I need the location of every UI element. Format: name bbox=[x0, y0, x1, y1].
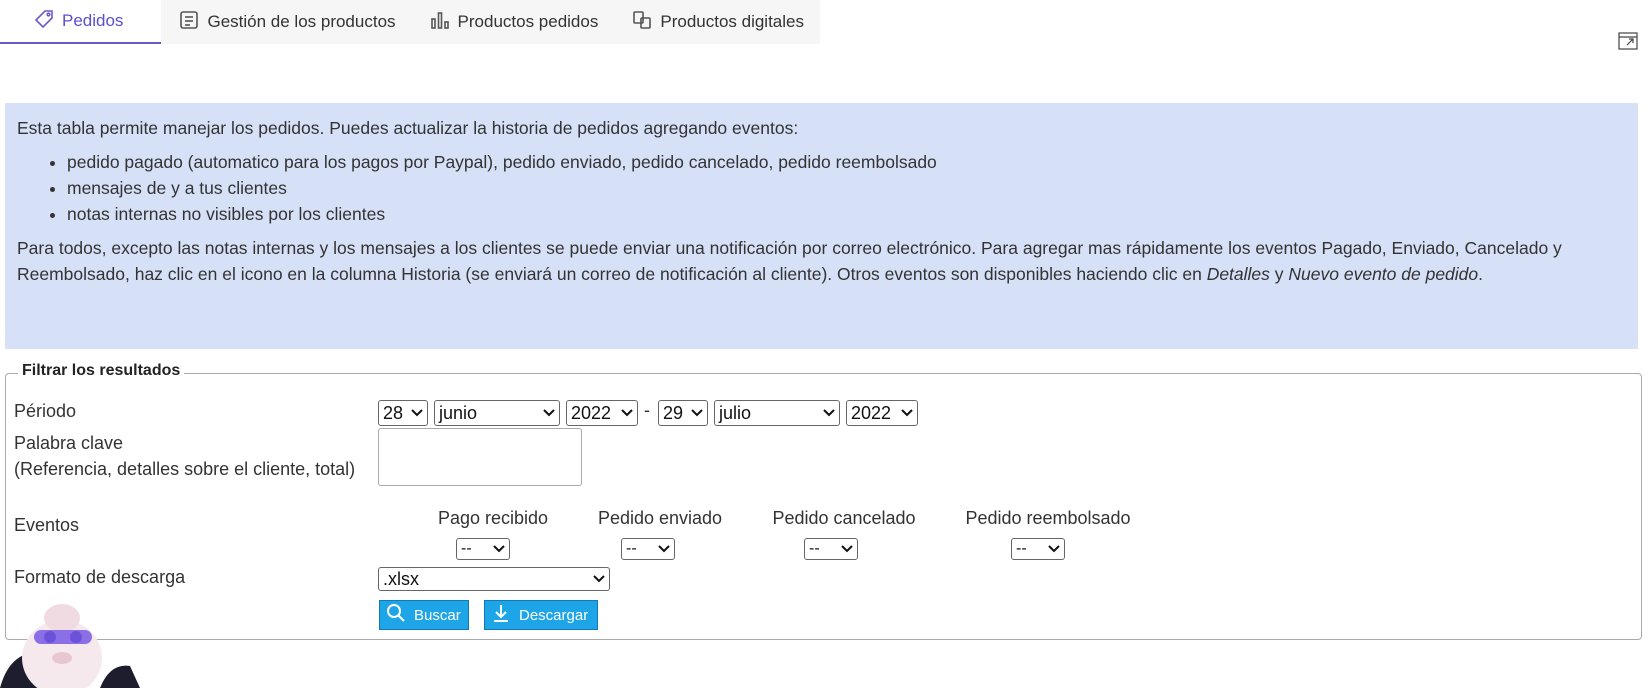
info-paragraph-end: . bbox=[1478, 264, 1484, 284]
details-term: Detalles bbox=[1206, 264, 1270, 284]
event-select-value: -- bbox=[626, 540, 637, 557]
chevron-down-icon bbox=[543, 409, 555, 417]
event-header-pago-recibido: Pago recibido bbox=[437, 508, 549, 528]
chevron-down-icon bbox=[823, 409, 835, 417]
event-select-value: -- bbox=[1016, 540, 1027, 557]
chevron-down-icon bbox=[841, 545, 853, 553]
event-header-pedido-reembolsado: Pedido reembolsado bbox=[965, 508, 1131, 528]
format-select[interactable]: .xlsx bbox=[378, 567, 610, 591]
tab-label: Gestión de los productos bbox=[207, 12, 396, 31]
tab-productos-digitales[interactable]: Productos digitales bbox=[614, 0, 820, 44]
event-select-pedido-enviado[interactable]: -- bbox=[621, 538, 675, 560]
open-new-window-icon[interactable] bbox=[1618, 32, 1638, 50]
product-list-icon bbox=[179, 10, 199, 35]
format-value: .xlsx bbox=[383, 568, 419, 589]
chevron-down-icon bbox=[593, 575, 605, 583]
tab-label: Productos pedidos bbox=[457, 12, 599, 31]
event-select-pedido-cancelado[interactable]: -- bbox=[804, 538, 858, 560]
from-month-select[interactable]: junio bbox=[434, 400, 560, 426]
new-event-term: Nuevo evento de pedido bbox=[1288, 264, 1479, 284]
chevron-down-icon bbox=[901, 409, 913, 417]
info-intro: Esta tabla permite manejar los pedidos. … bbox=[17, 118, 799, 138]
from-day-select[interactable]: 28 bbox=[378, 400, 428, 426]
event-select-value: -- bbox=[461, 540, 472, 557]
event-select-pedido-reembolsado[interactable]: -- bbox=[1011, 538, 1065, 560]
download-button[interactable]: Descargar bbox=[484, 600, 598, 630]
list-item: mensajes de y a tus clientes bbox=[67, 175, 1626, 201]
list-item: pedido pagado (automatico para los pagos… bbox=[67, 149, 1626, 175]
event-header-pedido-enviado: Pedido enviado bbox=[597, 508, 723, 528]
chevron-down-icon bbox=[1048, 545, 1060, 553]
filter-legend: Filtrar los resultados bbox=[18, 362, 185, 380]
chevron-down-icon bbox=[621, 409, 633, 417]
chevron-down-icon bbox=[691, 409, 703, 417]
chevron-down-icon bbox=[411, 409, 423, 417]
search-button[interactable]: Buscar bbox=[379, 600, 469, 630]
format-label: Formato de descarga bbox=[14, 567, 186, 587]
to-year-select[interactable]: 2022 bbox=[846, 400, 918, 426]
event-header-pedido-cancelado: Pedido cancelado bbox=[772, 508, 916, 528]
chevron-down-icon bbox=[658, 545, 670, 553]
period-label: Périodo bbox=[14, 401, 77, 421]
tab-label: Productos digitales bbox=[660, 12, 804, 31]
info-paragraph: Para todos, excepto las notas internas y… bbox=[17, 235, 1626, 287]
tag-icon bbox=[34, 9, 54, 34]
info-box: Esta tabla permite manejar los pedidos. … bbox=[5, 103, 1638, 349]
tab-label: Pedidos bbox=[62, 11, 124, 30]
search-icon bbox=[386, 603, 406, 627]
event-select-pago-recibido[interactable]: -- bbox=[456, 538, 510, 560]
digital-products-icon bbox=[632, 10, 652, 35]
to-day-select[interactable]: 29 bbox=[658, 400, 708, 426]
from-month-value: junio bbox=[439, 402, 478, 423]
to-day-value: 29 bbox=[663, 402, 684, 423]
events-label: Eventos bbox=[14, 515, 80, 535]
to-year-value: 2022 bbox=[851, 402, 892, 423]
download-icon bbox=[491, 603, 511, 627]
download-button-label: Descargar bbox=[519, 606, 589, 624]
to-month-value: julio bbox=[719, 402, 752, 423]
from-year-select[interactable]: 2022 bbox=[566, 400, 638, 426]
keyword-hint: (Referencia, detalles sobre el cliente, … bbox=[14, 459, 356, 479]
tab-gestion-productos[interactable]: Gestión de los productos bbox=[161, 0, 411, 44]
from-day-value: 28 bbox=[383, 402, 404, 423]
mascot-image[interactable] bbox=[0, 598, 140, 693]
tab-productos-pedidos[interactable]: Productos pedidos bbox=[412, 0, 615, 44]
list-item: notas internas no visibles por los clien… bbox=[67, 201, 1626, 227]
filter-fieldset: Filtrar los resultados Périodo 28 junio … bbox=[5, 362, 1642, 640]
period-separator: - bbox=[644, 400, 650, 420]
event-select-value: -- bbox=[809, 540, 820, 557]
chevron-down-icon bbox=[493, 545, 505, 553]
search-button-label: Buscar bbox=[414, 606, 461, 624]
keyword-label: Palabra clave bbox=[14, 433, 124, 453]
to-month-select[interactable]: julio bbox=[714, 400, 840, 426]
bar-chart-icon bbox=[430, 10, 450, 35]
tab-pedidos[interactable]: Pedidos bbox=[0, 0, 162, 44]
info-list: pedido pagado (automatico para los pagos… bbox=[17, 149, 1626, 227]
from-year-value: 2022 bbox=[571, 402, 612, 423]
info-paragraph-middle: y bbox=[1269, 264, 1289, 284]
tab-bar: Pedidos Gestión de los productos Product… bbox=[0, 0, 820, 44]
keyword-input[interactable] bbox=[378, 428, 582, 486]
